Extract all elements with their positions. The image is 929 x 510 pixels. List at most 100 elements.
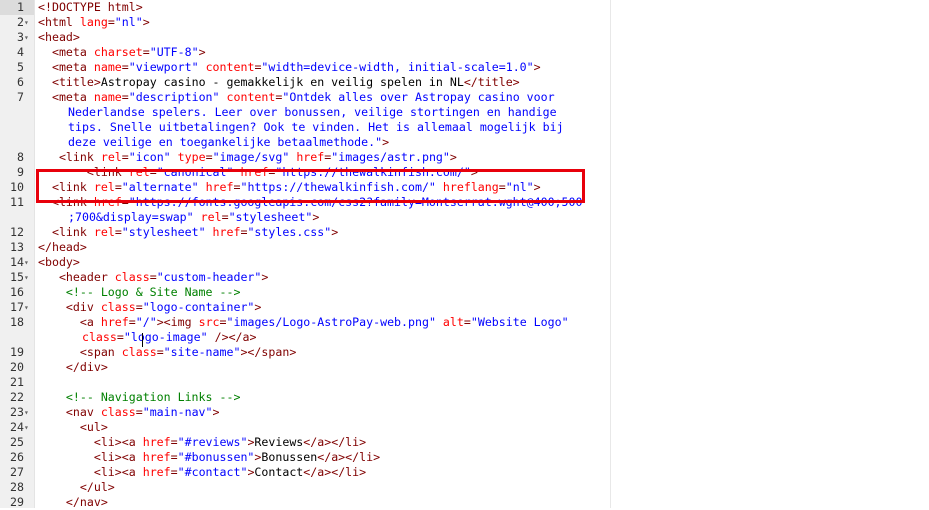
code-line[interactable]: 20 </div> <box>0 360 929 375</box>
line-number-cell: 12 <box>0 225 34 240</box>
code-line[interactable]: 23▾ <nav class="main-nav"> <box>0 405 929 420</box>
code-text[interactable]: <body> <box>38 255 80 270</box>
code-text[interactable]: <!DOCTYPE html> <box>38 0 143 15</box>
code-text[interactable]: <html lang="nl"> <box>38 15 150 30</box>
code-line[interactable]: 9 <link rel="canonical" href="https://th… <box>0 165 929 180</box>
code-text[interactable]: <li><a href="#bonussen">Bonussen</a></li… <box>38 450 380 465</box>
code-line-wrap[interactable]: ;700&display=swap" rel="stylesheet"> <box>0 210 929 225</box>
code-text[interactable]: <head> <box>38 30 80 45</box>
fold-arrow-icon[interactable]: ▾ <box>24 15 33 30</box>
code-editor[interactable]: 1 <!DOCTYPE html> 2▾ <html lang="nl"> 3▾ <hea… <box>0 0 929 510</box>
code-lines[interactable]: 1 <!DOCTYPE html> 2▾ <html lang="nl"> 3▾ <hea… <box>0 0 929 510</box>
code-text[interactable]: <link href="https://fonts.googleapis.com… <box>38 195 583 210</box>
code-text[interactable]: <link rel="alternate" href="https://thew… <box>38 180 541 195</box>
code-line[interactable]: 1 <!DOCTYPE html> <box>0 0 929 15</box>
code-text[interactable]: <li><a href="#reviews">Reviews</a></li> <box>38 435 366 450</box>
code-text[interactable]: <nav class="main-nav"> <box>38 405 220 420</box>
code-token: = <box>205 150 213 164</box>
code-line-wrap[interactable]: Nederlandse spelers. Leer over bonussen,… <box>0 105 929 120</box>
code-text[interactable]: <link rel="canonical" href="https://thew… <box>38 165 478 180</box>
code-token: "https://fonts.googleapis.com/css2?famil… <box>128 195 583 209</box>
line-number-cell: 25 <box>0 435 34 450</box>
code-line[interactable]: 11 <link href="https://fonts.googleapis.… <box>0 195 929 210</box>
code-token: </nav> <box>65 495 108 509</box>
fold-arrow-icon[interactable]: ▾ <box>24 420 33 435</box>
fold-arrow-icon[interactable]: ▾ <box>24 405 33 420</box>
code-token: ><img <box>156 315 199 329</box>
code-line[interactable]: 15▾ <header class="custom-header"> <box>0 270 929 285</box>
code-line-wrap[interactable]: class="logo-image" /></a> <box>0 330 929 345</box>
code-text[interactable]: Nederlandse spelers. Leer over bonussen,… <box>38 105 557 120</box>
code-line[interactable]: 21 <box>0 375 929 390</box>
fold-arrow-icon[interactable]: ▾ <box>24 300 33 315</box>
code-text[interactable]: deze veilige en toegankelijke betaalmeth… <box>38 135 389 150</box>
code-text[interactable]: <ul> <box>38 420 108 435</box>
code-line[interactable]: 5 <meta name="viewport" content="width=d… <box>0 60 929 75</box>
code-token: <html <box>38 15 80 29</box>
code-text[interactable]: <header class="custom-header"> <box>38 270 268 285</box>
code-text[interactable]: </ul> <box>38 480 115 495</box>
code-text[interactable]: <title>Astropay casino - gemakkelijk en … <box>38 75 520 90</box>
code-text[interactable]: <link rel="icon" type="image/svg" href="… <box>38 150 457 165</box>
code-text[interactable]: <meta name="viewport" content="width=dev… <box>38 60 541 75</box>
code-token: "#bonussen" <box>177 450 255 464</box>
code-line[interactable]: 27 <li><a href="#contact">Contact</a></l… <box>0 465 929 480</box>
code-text[interactable]: <span class="site-name"></span> <box>38 345 296 360</box>
code-line[interactable]: 17▾ <div class="logo-container"> <box>0 300 929 315</box>
code-token: = <box>121 60 129 74</box>
code-token: content <box>205 60 255 74</box>
code-line[interactable]: 22 <!-- Navigation Links --> <box>0 390 929 405</box>
code-text[interactable]: <a href="/"><img src="images/Logo-AstroP… <box>38 315 569 330</box>
code-line[interactable]: 8 <link rel="icon" type="image/svg" href… <box>0 150 929 165</box>
code-text[interactable]: <!-- Navigation Links --> <box>38 390 241 405</box>
code-token: src <box>198 315 220 329</box>
code-line[interactable]: 13 </head> <box>0 240 929 255</box>
code-line-wrap[interactable]: tips. Snelle uitbetalingen? Ook te vinde… <box>0 120 929 135</box>
code-token: </a></li> <box>303 435 367 449</box>
code-token: <meta <box>51 90 94 104</box>
code-text[interactable]: </div> <box>38 360 108 375</box>
fold-arrow-icon[interactable]: ▾ <box>24 255 33 270</box>
code-text[interactable]: tips. Snelle uitbetalingen? Ook te vinde… <box>38 120 564 135</box>
line-number-cell <box>0 135 34 150</box>
code-token: "images/astr.png" <box>331 150 450 164</box>
code-line[interactable]: 28 </ul> <box>0 480 929 495</box>
code-line[interactable]: 18 <a href="/"><img src="images/Logo-Ast… <box>0 315 929 330</box>
code-text[interactable]: <div class="logo-container"> <box>38 300 261 315</box>
code-token: "canonical" <box>156 165 234 179</box>
code-line[interactable]: 10 <link rel="alternate" href="https://t… <box>0 180 929 195</box>
code-line-wrap[interactable]: deze veilige en toegankelijke betaalmeth… <box>0 135 929 150</box>
code-line[interactable]: 2▾ <html lang="nl"> <box>0 15 929 30</box>
code-line[interactable]: 12 <link rel="stylesheet" href="styles.c… <box>0 225 929 240</box>
code-text[interactable]: ;700&display=swap" rel="stylesheet"> <box>38 210 319 225</box>
code-line[interactable]: 25 <li><a href="#reviews">Reviews</a></l… <box>0 435 929 450</box>
code-line[interactable]: 26 <li><a href="#bonussen">Bonussen</a><… <box>0 450 929 465</box>
code-text[interactable]: class="logo-image" /></a> <box>38 330 257 345</box>
code-line[interactable]: 24▾ <ul> <box>0 420 929 435</box>
code-token: "site-name" <box>163 345 241 359</box>
code-text[interactable]: <meta name="description" content="Ontdek… <box>38 90 555 105</box>
code-text[interactable]: </head> <box>38 240 87 255</box>
code-token: <link <box>51 225 94 239</box>
code-token: <body> <box>38 255 80 269</box>
code-line[interactable]: 16 <!-- Logo & Site Name --> <box>0 285 929 300</box>
line-number: 12 <box>10 225 24 239</box>
code-line[interactable]: 14▾ <body> <box>0 255 929 270</box>
code-text[interactable]: <link rel="stylesheet" href="styles.css"… <box>38 225 338 240</box>
code-text[interactable]: <li><a href="#contact">Contact</a></li> <box>38 465 366 480</box>
line-number-cell: 20 <box>0 360 34 375</box>
fold-arrow-icon[interactable]: ▾ <box>24 30 33 45</box>
code-line[interactable]: 6 <title>Astropay casino - gemakkelijk e… <box>0 75 929 90</box>
code-line[interactable]: 7 <meta name="description" content="Ontd… <box>0 90 929 105</box>
code-line[interactable]: 3▾ <head> <box>0 30 929 45</box>
fold-arrow-icon[interactable]: ▾ <box>24 270 33 285</box>
code-text[interactable]: <!-- Logo & Site Name --> <box>38 285 241 300</box>
code-text[interactable]: <meta charset="UTF-8"> <box>38 45 206 60</box>
code-line[interactable]: 19 <span class="site-name"></span> <box>0 345 929 360</box>
code-line[interactable]: 4 <meta charset="UTF-8"> <box>0 45 929 60</box>
